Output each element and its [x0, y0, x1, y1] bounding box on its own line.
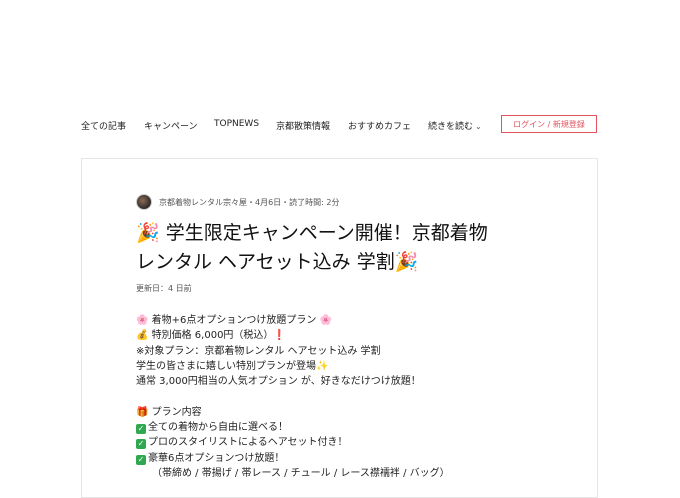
post-body: 🌸 着物+6点オプションつけ放題プラン 🌸 💰 特別価格 6,000円（税込）❗… [136, 313, 556, 481]
body-line: 🎁 プラン内容 [136, 406, 202, 418]
body-line-check: ✓ 全ての着物から自由に選べる！ [136, 420, 556, 435]
body-line-check: ✓ 豪華6点オプションつけ放題！ [136, 451, 556, 466]
title-line-2: レンタル ヘアセット込み 学割🎉 [136, 251, 419, 273]
check-icon: ✓ [136, 454, 146, 465]
body-line-check: ✓ プロのスタイリストによるヘアセット付き！ [136, 435, 556, 450]
body-line: （帯締め / 帯揚げ / 帯レース / チュール / レース襟襦袢 / バッグ） [152, 467, 450, 479]
login-button[interactable]: ログイン / 新規登録 [501, 115, 597, 133]
nav-item-campaign[interactable]: キャンペーン [144, 119, 198, 132]
updated-date: 更新日：4 日前 [136, 284, 192, 293]
post-meta: 京都着物レンタル宗々屋・4月6日・読了時間: 2分 [136, 193, 340, 211]
check-icon: ✓ [136, 424, 146, 435]
nav-item-cafe[interactable]: おすすめカフェ [348, 119, 411, 132]
body-line: 🌸 着物+6点オプションつけ放題プラン 🌸 [136, 315, 333, 326]
body-line: 学生の皆さまに嬉しい特別プランが登場✨ [136, 360, 329, 372]
nav-item-topnews[interactable]: TOPNEWS [214, 119, 259, 129]
chevron-down-icon: ⌄ [475, 122, 482, 131]
post-title: 🎉 学生限定キャンペーン開催！京都着物 レンタル ヘアセット込み 学割🎉 [136, 219, 566, 277]
title-line-1: 🎉 学生限定キャンペーン開催！京都着物 [136, 222, 488, 244]
body-line: ※対象プラン：京都着物レンタル ヘアセット込み 学割 [136, 345, 381, 357]
nav-item-more[interactable]: 続きを読む ⌄ [428, 119, 482, 132]
check-text: 全ての着物から自由に選べる！ [148, 422, 288, 434]
check-text: プロのスタイリストによるヘアセット付き！ [148, 437, 348, 449]
nav-item-kyoto-walk[interactable]: 京都散策情報 [276, 119, 330, 132]
avatar[interactable] [136, 194, 152, 210]
nav-item-all-articles[interactable]: 全ての記事 [81, 119, 126, 132]
post-card: 京都着物レンタル宗々屋・4月6日・読了時間: 2分 🎉 学生限定キャンペーン開催… [81, 158, 598, 498]
check-text: 豪華6点オプションつけ放題！ [148, 452, 285, 464]
check-icon: ✓ [136, 439, 146, 450]
top-nav: 全ての記事 キャンペーン TOPNEWS 京都散策情報 おすすめカフェ 続きを読… [0, 112, 680, 138]
body-line: 💰 特別価格 6,000円（税込）❗ [136, 330, 286, 342]
body-line: 通常 3,000円相当の人気オプション が、好きなだけつけ放題！ [136, 376, 421, 388]
author-line: 京都着物レンタル宗々屋・4月6日・読了時間: 2分 [159, 197, 340, 207]
nav-more-label: 続きを読む [428, 122, 474, 132]
